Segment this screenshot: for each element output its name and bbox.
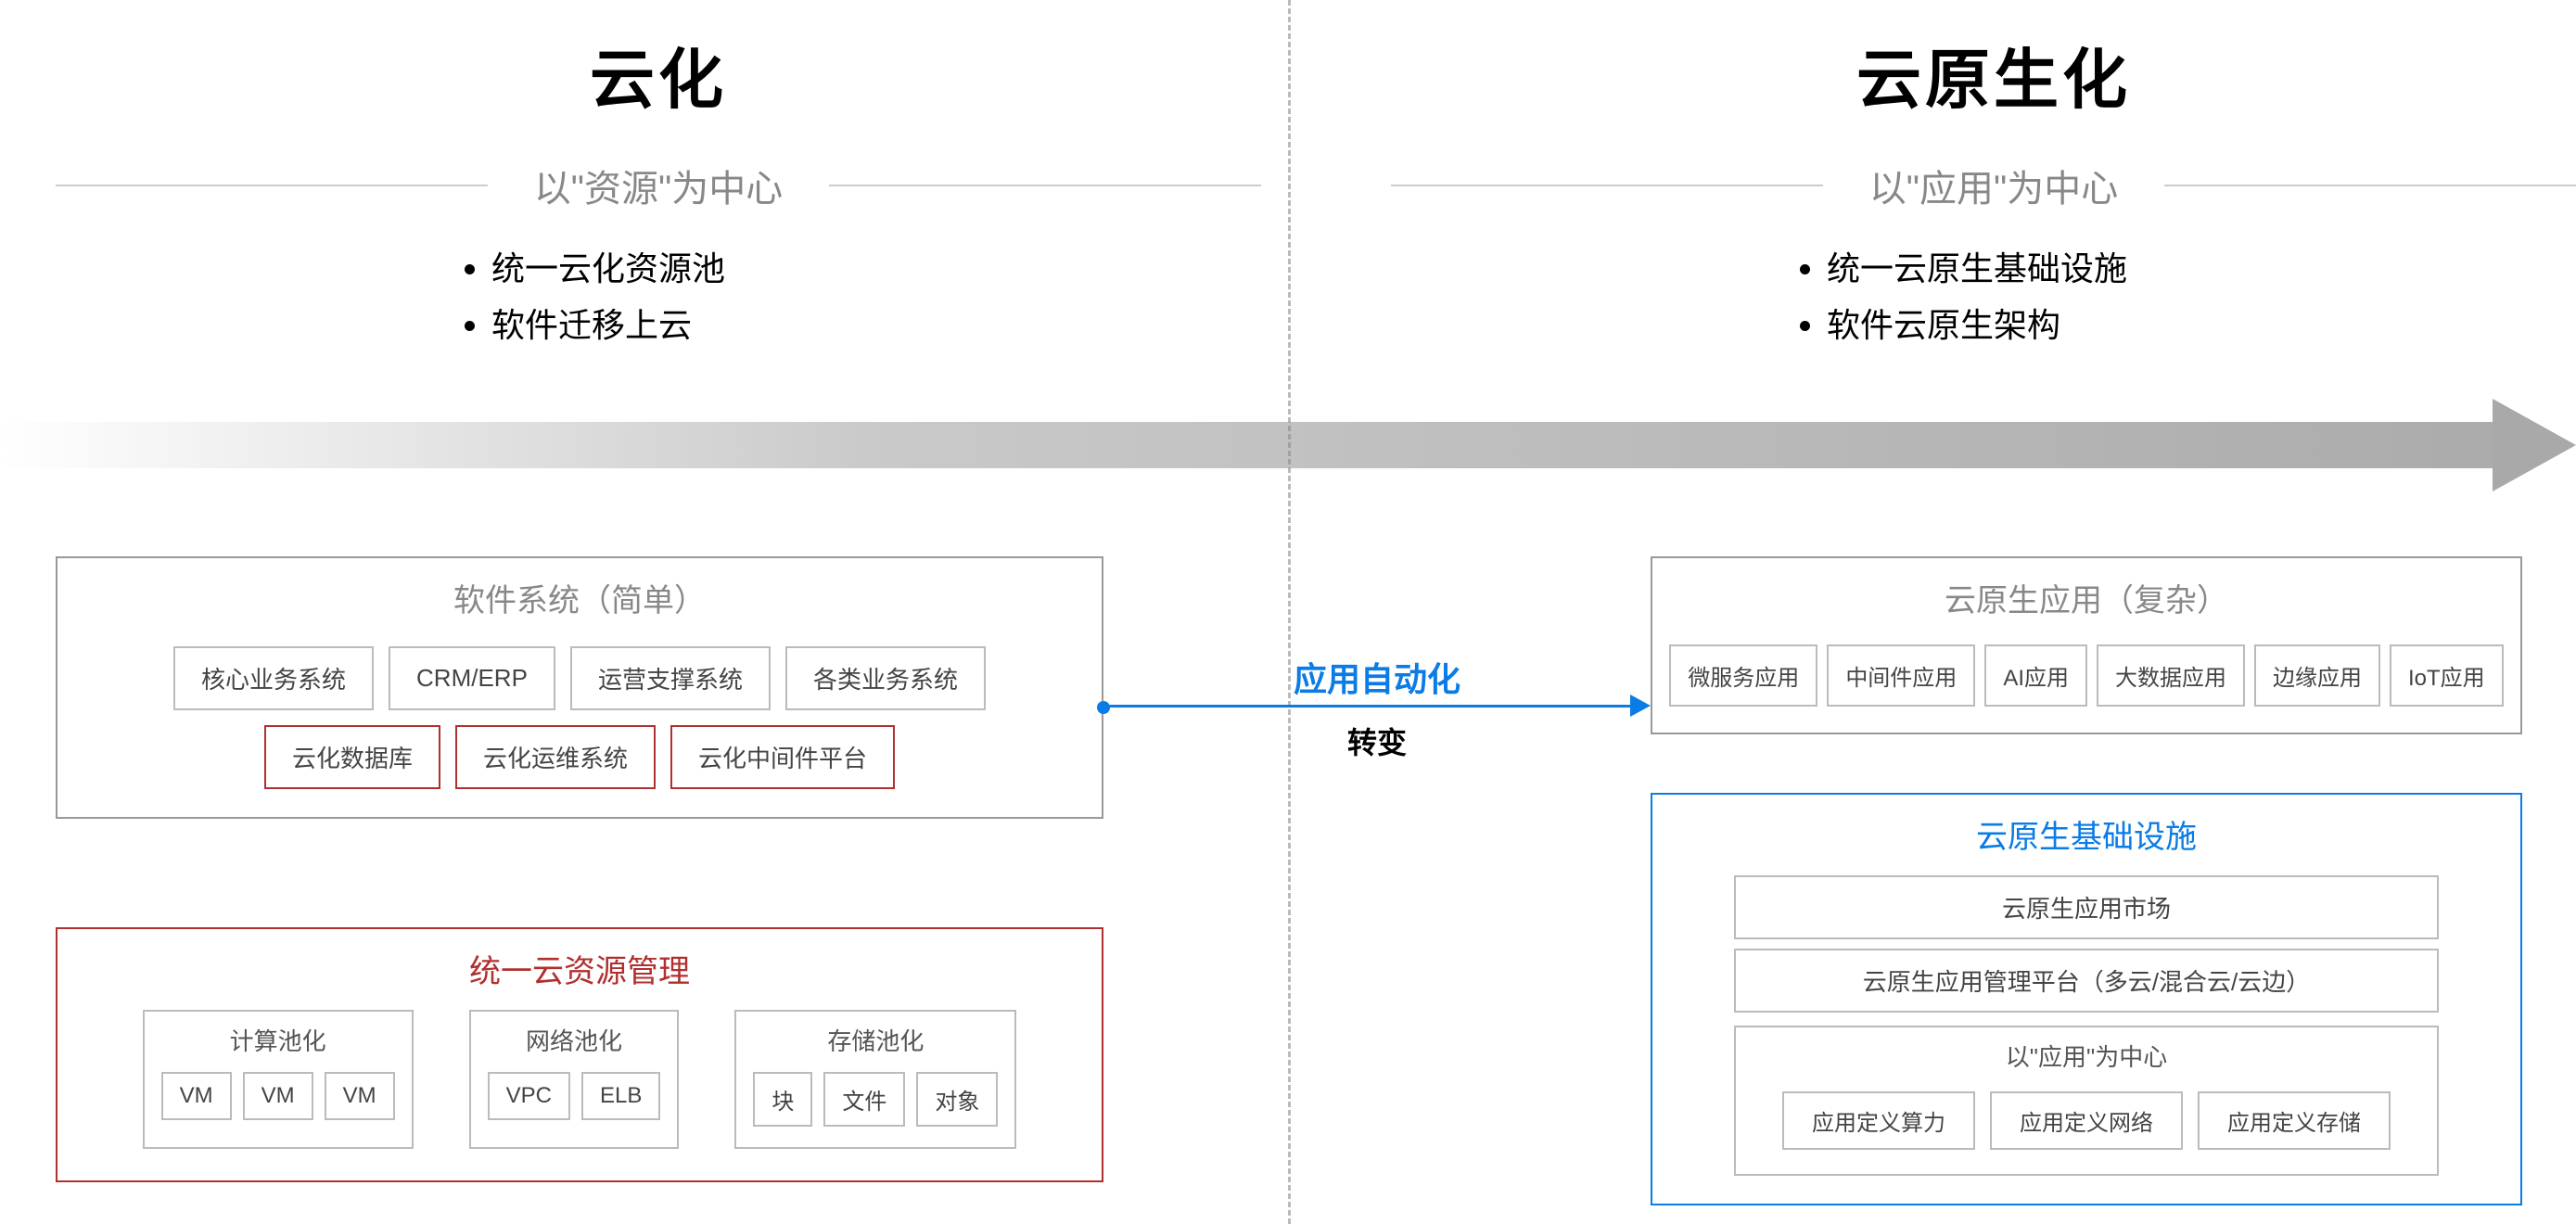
- left-side: 云化 以"资源"为中心 统一云化资源池 软件迁移上云: [56, 28, 1261, 353]
- cn-app-box: 中间件应用: [1827, 644, 1975, 707]
- divider-line: [2164, 185, 2576, 186]
- sw-sys-row2: 云化数据库 云化运维系统 云化中间件平台: [57, 718, 1102, 797]
- right-side: 云原生化 以"应用"为中心 统一云原生基础设施 软件云原生架构: [1391, 28, 2576, 353]
- bullet-item: 软件迁移上云: [491, 297, 1261, 353]
- bullet-item: 软件云原生架构: [1827, 297, 2576, 353]
- left-subtitle: 以"资源"为中心: [534, 159, 783, 212]
- panel-title: 软件系统（简单）: [57, 575, 1102, 620]
- cloud-resource-panel: 统一云资源管理 计算池化 VM VM VM 网络池化 VPC ELB 存储池化: [56, 927, 1103, 1182]
- inner-box-title: 以"应用"为中心: [1745, 1039, 2428, 1073]
- right-bullets: 统一云原生基础设施 软件云原生架构: [1827, 240, 2576, 353]
- pool-group-network: 网络池化 VPC ELB: [469, 1010, 680, 1149]
- pool-items: VM VM VM: [156, 1066, 401, 1126]
- pool-item: 文件: [823, 1072, 905, 1127]
- vertical-divider: [1288, 0, 1291, 1224]
- cn-app-box: AI应用: [1984, 644, 2087, 707]
- divider-line: [829, 185, 1261, 186]
- timeline-arrow: [0, 399, 2576, 491]
- pool-group-title: 计算池化: [156, 1023, 401, 1057]
- app-defined-box: 应用定义存储: [2198, 1091, 2391, 1150]
- left-subtitle-wrap: 以"资源"为中心: [56, 159, 1261, 212]
- pool-item: ELB: [581, 1072, 660, 1120]
- pool-item: VM: [243, 1072, 313, 1120]
- sw-box: 各类业务系统: [785, 646, 986, 710]
- sw-box: 核心业务系统: [173, 646, 374, 710]
- arrow-body: [0, 422, 2493, 468]
- connector-label-top: 应用自动化: [1103, 653, 1651, 701]
- cloud-native-app-panel: 云原生应用（复杂） 微服务应用 中间件应用 AI应用 大数据应用 边缘应用 Io…: [1651, 556, 2522, 734]
- divider-line: [1391, 185, 1823, 186]
- right-title: 云原生化: [1391, 28, 2576, 121]
- connector-line: [1103, 705, 1630, 708]
- cn-marketplace-box: 云原生应用市场: [1734, 875, 2439, 939]
- sw-box-cloudified: 云化运维系统: [455, 725, 656, 789]
- cn-platform-box: 云原生应用管理平台（多云/混合云/云边）: [1734, 949, 2439, 1013]
- sw-sys-row1: 核心业务系统 CRM/ERP 运营支撑系统 各类业务系统: [57, 639, 1102, 718]
- pool-group-title: 网络池化: [482, 1023, 667, 1057]
- arrow-head-icon: [2493, 399, 2576, 491]
- pool-item: VM: [161, 1072, 232, 1120]
- cn-app-centric-row: 应用定义算力 应用定义网络 应用定义存储: [1745, 1084, 2428, 1157]
- panel-title: 统一云资源管理: [57, 946, 1102, 991]
- bullet-item: 统一云原生基础设施: [1827, 240, 2576, 297]
- cn-app-box: IoT应用: [2390, 644, 2504, 707]
- pool-group-compute: 计算池化 VM VM VM: [143, 1010, 414, 1149]
- pool-group-storage: 存储池化 块 文件 对象: [734, 1010, 1016, 1149]
- bullet-item: 统一云化资源池: [491, 240, 1261, 297]
- right-subtitle-wrap: 以"应用"为中心: [1391, 159, 2576, 212]
- app-defined-box: 应用定义网络: [1990, 1091, 2183, 1150]
- connector-label-bottom: 转变: [1103, 720, 1651, 762]
- left-title: 云化: [56, 28, 1261, 121]
- pool-items: 块 文件 对象: [747, 1066, 1003, 1132]
- app-defined-box: 应用定义算力: [1782, 1091, 1975, 1150]
- pool-item: VM: [325, 1072, 395, 1120]
- pool-item: VPC: [488, 1072, 570, 1120]
- pool-row: 计算池化 VM VM VM 网络池化 VPC ELB 存储池化 块 文件: [57, 1010, 1102, 1149]
- panel-title: 云原生基础设施: [1652, 811, 2520, 857]
- diagram-canvas: 云化 以"资源"为中心 统一云化资源池 软件迁移上云 云原生化 以"应用"为中心…: [0, 0, 2576, 1224]
- right-subtitle: 以"应用"为中心: [1869, 159, 2118, 212]
- sw-box: 运营支撑系统: [570, 646, 771, 710]
- cn-app-centric-box: 以"应用"为中心 应用定义算力 应用定义网络 应用定义存储: [1734, 1026, 2439, 1176]
- sw-box-cloudified: 云化数据库: [264, 725, 440, 789]
- cn-app-box: 微服务应用: [1669, 644, 1817, 707]
- divider-line: [56, 185, 488, 186]
- cloud-native-infra-panel: 云原生基础设施 云原生应用市场 云原生应用管理平台（多云/混合云/云边） 以"应…: [1651, 793, 2522, 1205]
- panel-title: 云原生应用（复杂）: [1652, 575, 2520, 620]
- cn-app-box: 边缘应用: [2254, 644, 2380, 707]
- left-bullets: 统一云化资源池 软件迁移上云: [491, 240, 1261, 353]
- software-systems-panel: 软件系统（简单） 核心业务系统 CRM/ERP 运营支撑系统 各类业务系统 云化…: [56, 556, 1103, 819]
- pool-item: 块: [753, 1072, 812, 1127]
- pool-item: 对象: [916, 1072, 998, 1127]
- sw-box-cloudified: 云化中间件平台: [670, 725, 895, 789]
- pool-items: VPC ELB: [482, 1066, 667, 1126]
- sw-box: CRM/ERP: [389, 646, 555, 710]
- connector-arrow-head-icon: [1630, 695, 1651, 717]
- cn-app-box: 大数据应用: [2097, 644, 2245, 707]
- pool-group-title: 存储池化: [747, 1023, 1003, 1057]
- cn-app-row: 微服务应用 中间件应用 AI应用 大数据应用 边缘应用 IoT应用: [1652, 639, 2520, 712]
